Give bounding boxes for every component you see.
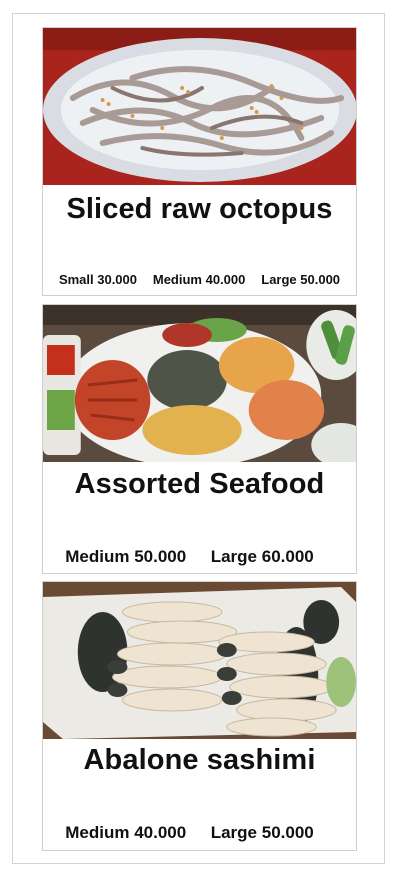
price-list: Medium 40.000 Large 50.000: [43, 823, 356, 843]
menu-item-title: Sliced raw octopus: [66, 193, 333, 225]
price-large: Large 60.000: [210, 547, 314, 566]
price-small: Small 30.000: [58, 272, 137, 287]
price-medium: Medium 50.000: [65, 547, 187, 566]
price-medium: Medium 40.000: [65, 823, 187, 842]
assorted-seafood-photo: [43, 305, 356, 462]
menu-item-title: Assorted Seafood: [74, 468, 325, 500]
menu-card-sliced-raw-octopus[interactable]: Sliced raw octopus Small 30.000 Medium 4…: [42, 27, 357, 296]
price-list: Medium 50.000 Large 60.000: [43, 547, 356, 567]
price-large: Large 50.000: [261, 272, 341, 287]
abalone-sashimi-photo: [43, 582, 356, 739]
menu-card-abalone-sashimi[interactable]: Abalone sashimi Medium 40.000 Large 50.0…: [42, 581, 357, 851]
price-medium: Medium 40.000: [152, 272, 246, 287]
price-list: Small 30.000 Medium 40.000 Large 50.000: [43, 272, 356, 287]
sliced-octopus-photo: [43, 28, 356, 185]
menu-card-assorted-seafood[interactable]: Assorted Seafood Medium 50.000 Large 60.…: [42, 304, 357, 574]
price-large: Large 50.000: [210, 823, 314, 842]
menu-item-title: Abalone sashimi: [83, 744, 316, 776]
